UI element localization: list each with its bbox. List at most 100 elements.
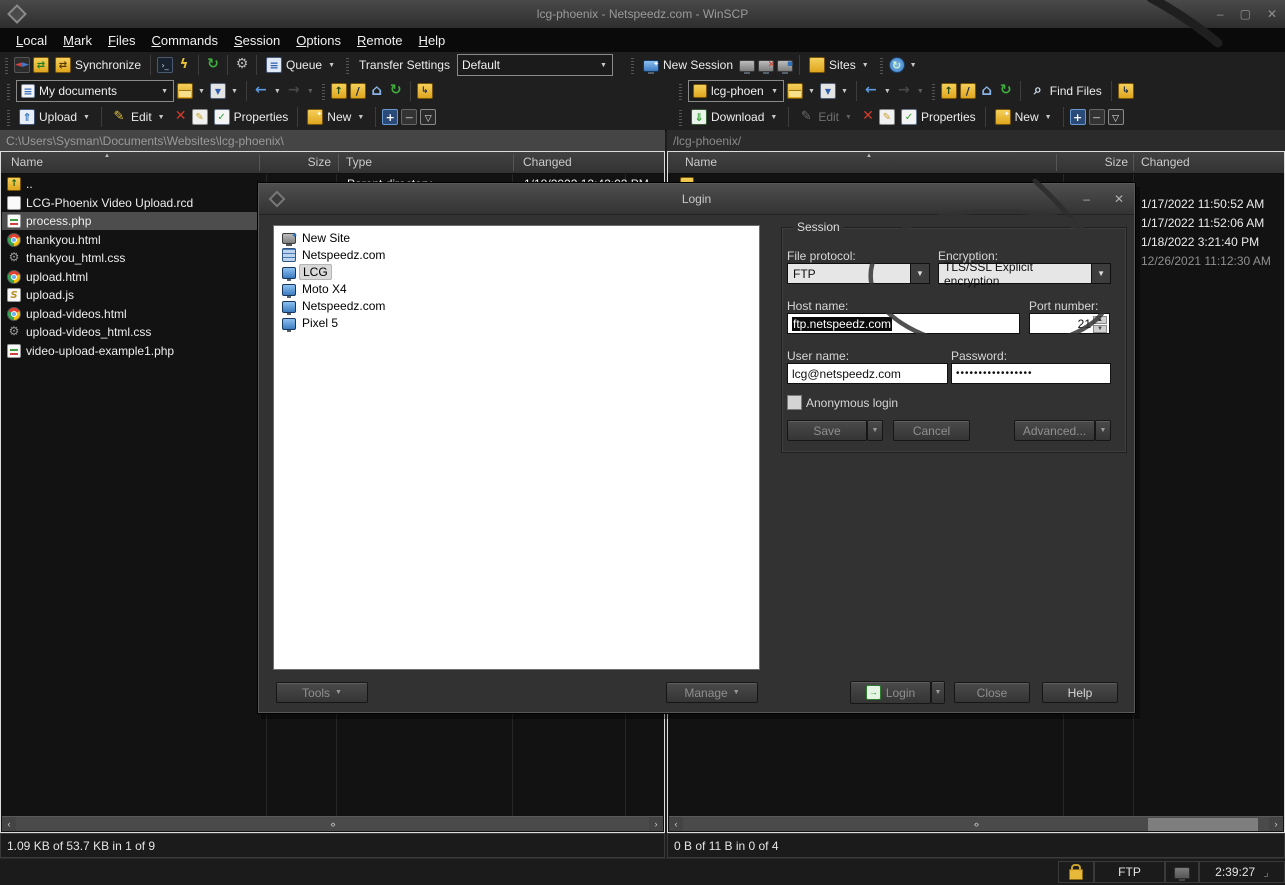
remove-box-icon[interactable] <box>401 109 417 125</box>
local-path-bar[interactable]: C:\Users\Sysman\Documents\Websites\lcg-p… <box>0 130 665 151</box>
menu-files[interactable]: Files <box>100 30 143 51</box>
chevron-down-icon[interactable]: ▼ <box>768 114 779 121</box>
login-button[interactable]: → Login <box>850 681 931 704</box>
synchronize-icon[interactable] <box>55 57 71 73</box>
col-size[interactable]: Size <box>267 155 331 169</box>
col-changed[interactable]: Changed <box>1141 155 1190 169</box>
my-documents-icon[interactable] <box>21 84 35 98</box>
local-horizontal-scrollbar[interactable]: ‹ ‹› › <box>2 816 663 831</box>
session-refresh-icon[interactable] <box>205 57 221 73</box>
site-list[interactable]: New SiteNetspeedz.comLCGMoto X4Netspeedz… <box>273 225 760 670</box>
chevron-down-icon[interactable]: ▼ <box>158 88 171 95</box>
new-button[interactable]: New▼ <box>304 106 369 128</box>
filter-icon[interactable] <box>820 83 836 99</box>
new-session-button[interactable]: New Session <box>640 54 736 76</box>
manage-button[interactable]: Manage▼ <box>666 682 758 703</box>
edit-pencil-icon[interactable] <box>111 109 127 125</box>
chevron-down-icon[interactable]: ▼ <box>355 114 366 121</box>
up-folder-icon[interactable] <box>331 83 347 99</box>
site-monitor-icon[interactable] <box>282 284 296 296</box>
new-folder-icon[interactable] <box>995 109 1011 125</box>
open-folder-icon[interactable] <box>787 83 803 99</box>
workspace-icon[interactable] <box>282 248 296 262</box>
home-icon[interactable] <box>979 83 995 99</box>
queue-button[interactable]: Queue▼ <box>263 54 340 76</box>
css-gear-icon[interactable] <box>7 325 21 339</box>
remote-file-changed[interactable]: 1/17/2022 11:52:06 AM <box>1141 214 1283 232</box>
close-session-icon[interactable] <box>758 60 774 72</box>
menu-local[interactable]: Local <box>8 30 55 51</box>
new-folder-icon[interactable] <box>307 109 323 125</box>
synchronize-button[interactable]: Synchronize <box>52 54 144 76</box>
close-dialog-button[interactable]: Close <box>954 682 1030 703</box>
download-button[interactable]: Download▼ <box>688 106 782 128</box>
remote-column-headers[interactable]: Name Size Changed ▲ <box>668 152 1284 174</box>
chevron-down-icon[interactable]: ▼ <box>839 88 850 95</box>
rename-icon[interactable] <box>192 109 208 125</box>
cancel-button[interactable]: Cancel <box>893 420 970 441</box>
find-files-icon[interactable] <box>1030 83 1046 99</box>
col-name[interactable]: Name <box>11 155 43 169</box>
forward-arrow-icon[interactable] <box>286 83 302 99</box>
chevron-down-icon[interactable]: ▼ <box>196 88 207 95</box>
home-icon[interactable] <box>369 83 385 99</box>
login-dropdown-button[interactable]: ▼ <box>931 681 945 704</box>
properties-icon[interactable] <box>901 109 917 125</box>
open-folder-icon[interactable] <box>177 83 193 99</box>
scroll-right-icon[interactable]: › <box>649 817 663 831</box>
properties-button[interactable]: Properties <box>898 106 979 128</box>
advanced-button[interactable]: Advanced... <box>1014 420 1095 441</box>
up-folder-icon[interactable] <box>941 83 957 99</box>
chevron-down-icon[interactable]: ▼ <box>229 88 240 95</box>
remote-file-changed[interactable]: 1/18/2022 3:21:40 PM <box>1141 233 1283 251</box>
local-column-headers[interactable]: Name Size Type Changed ▲ <box>1 152 664 174</box>
new-site-icon[interactable] <box>282 233 296 244</box>
duplicate-session-icon[interactable] <box>739 60 755 72</box>
default-combo[interactable]: Default▼ <box>457 54 613 76</box>
site-monitor-icon[interactable] <box>282 318 296 330</box>
col-size[interactable]: Size <box>1064 155 1128 169</box>
console-icon[interactable] <box>157 57 173 73</box>
back-arrow-icon[interactable] <box>863 83 879 99</box>
forward-arrow-icon[interactable] <box>896 83 912 99</box>
properties-button[interactable]: Properties <box>211 106 292 128</box>
add-box-icon[interactable] <box>382 109 398 125</box>
chevron-down-icon[interactable]: ▼ <box>806 88 817 95</box>
root-folder-icon[interactable] <box>960 83 976 99</box>
save-dropdown-button[interactable]: ▼ <box>867 420 883 441</box>
remove-box-icon[interactable] <box>1089 109 1105 125</box>
chevron-down-icon[interactable]: ▼ <box>1091 264 1110 283</box>
sites-folder-icon[interactable] <box>809 57 825 73</box>
site-item-netspeedz-com[interactable]: Netspeedz.com <box>274 297 759 314</box>
properties-icon[interactable] <box>214 109 230 125</box>
save-session-icon[interactable] <box>777 60 793 72</box>
workspace-refresh-icon[interactable] <box>889 57 905 73</box>
delete-icon[interactable] <box>860 109 876 125</box>
back-arrow-icon[interactable] <box>253 83 269 99</box>
site-monitor-icon[interactable] <box>282 301 296 313</box>
remote-file-changed[interactable]: 12/26/2021 11:12:30 AM <box>1141 252 1283 270</box>
js-icon[interactable] <box>7 288 21 302</box>
chevron-down-icon[interactable]: ▼ <box>305 88 316 95</box>
site-item-moto-x4[interactable]: Moto X4 <box>274 280 759 297</box>
help-button[interactable]: Help <box>1042 682 1118 703</box>
new-session-icon[interactable] <box>643 60 659 72</box>
spin-up-icon[interactable]: ▲ <box>1093 316 1107 324</box>
protocol-cell[interactable]: FTP <box>1094 861 1165 883</box>
filter-box-icon[interactable] <box>420 109 436 125</box>
chevron-down-icon[interactable]: ▼ <box>156 114 167 121</box>
site-item-lcg[interactable]: LCG <box>274 263 759 280</box>
menu-session[interactable]: Session <box>226 30 288 51</box>
save-button[interactable]: Save <box>787 420 867 441</box>
chevron-down-icon[interactable]: ▼ <box>597 62 610 69</box>
tools-button[interactable]: Tools▼ <box>276 682 368 703</box>
site-monitor-icon[interactable] <box>282 267 296 279</box>
upload-icon[interactable] <box>19 109 35 125</box>
chevron-down-icon[interactable]: ▼ <box>915 88 926 95</box>
remote-path-bar[interactable]: /lcg-phoenix/ <box>667 130 1285 151</box>
file-protocol-select[interactable]: FTP ▼ <box>787 263 930 284</box>
anonymous-login-checkbox[interactable] <box>787 395 802 410</box>
rename-icon[interactable] <box>879 109 895 125</box>
col-changed[interactable]: Changed <box>523 155 572 169</box>
doc-icon[interactable] <box>7 196 21 210</box>
